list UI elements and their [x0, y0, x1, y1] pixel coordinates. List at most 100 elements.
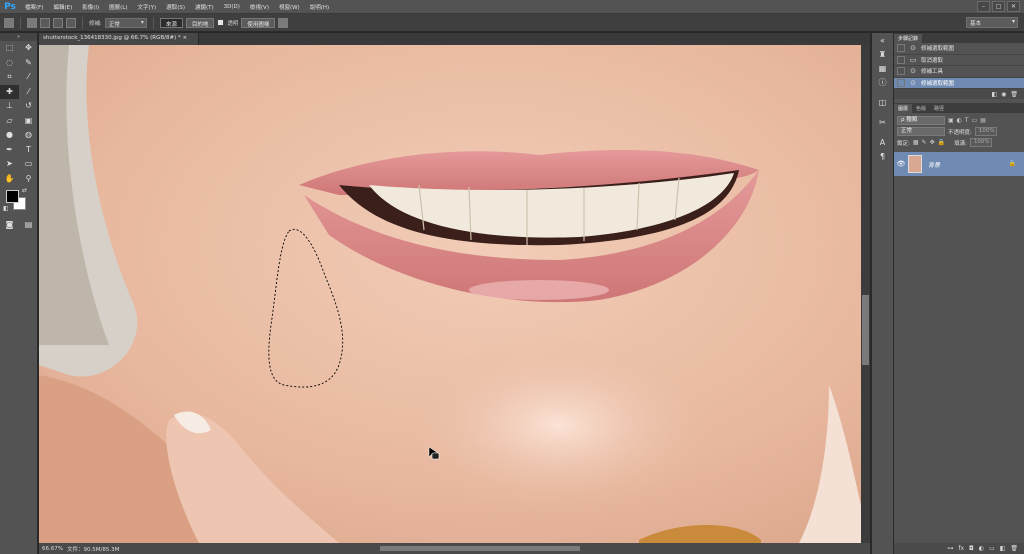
- vertical-scroll-thumb[interactable]: [862, 295, 869, 365]
- filter-adjustment-icon[interactable]: ◐: [957, 117, 962, 124]
- history-source-checkbox[interactable]: [897, 44, 905, 53]
- gradient-tool-icon[interactable]: ▣: [19, 114, 38, 129]
- intersect-selection-icon[interactable]: [66, 17, 76, 28]
- fill-input[interactable]: 100%: [969, 138, 992, 147]
- adjustment-layer-icon[interactable]: ◐: [979, 545, 984, 552]
- path-selection-tool-icon[interactable]: ➤: [0, 157, 19, 172]
- menu-type[interactable]: 文字(Y): [133, 3, 162, 11]
- paragraph-panel-icon[interactable]: ¶: [872, 149, 893, 163]
- delete-layer-icon[interactable]: 🗑: [1010, 545, 1018, 552]
- destination-button[interactable]: 目的地: [185, 17, 215, 28]
- hand-tool-icon[interactable]: ✋: [0, 172, 19, 187]
- subtract-selection-icon[interactable]: [53, 17, 63, 28]
- tab-layers[interactable]: 圖層: [894, 104, 913, 113]
- horizontal-scroll-thumb[interactable]: [380, 546, 580, 551]
- minimize-button[interactable]: –: [977, 1, 990, 12]
- character-panel-icon[interactable]: A: [872, 135, 893, 149]
- blend-mode-dropdown[interactable]: 正常: [897, 127, 945, 136]
- maximize-button[interactable]: □: [992, 1, 1005, 12]
- history-item[interactable]: ⊙ 修補選取範圍: [894, 77, 1024, 89]
- lock-position-icon[interactable]: ✥: [930, 139, 935, 146]
- menu-view[interactable]: 檢視(V): [245, 3, 274, 11]
- eyedropper-tool-icon[interactable]: ⁄: [19, 70, 38, 85]
- new-layer-icon[interactable]: ◧: [1000, 545, 1006, 552]
- visibility-eye-icon[interactable]: 👁: [894, 160, 908, 168]
- adjustments-panel-icon[interactable]: ◫: [872, 95, 893, 109]
- collapse-toolbar-icon[interactable]: »: [0, 33, 37, 41]
- history-item[interactable]: ▭ 取消選取: [894, 55, 1024, 66]
- trash-icon[interactable]: 🗑: [1010, 91, 1018, 98]
- vertical-scrollbar[interactable]: [861, 45, 870, 543]
- new-group-icon[interactable]: ▭: [989, 545, 995, 552]
- menu-image[interactable]: 影像(I): [77, 3, 104, 11]
- use-pattern-button[interactable]: 使用圖樣: [241, 17, 276, 28]
- quick-mask-icon[interactable]: ◙: [0, 218, 19, 233]
- marquee-tool-icon[interactable]: ⬚: [0, 41, 19, 56]
- menu-window[interactable]: 視窗(W): [274, 3, 305, 11]
- layer-row-background[interactable]: 👁 背景 🔒: [894, 152, 1024, 176]
- default-colors-icon[interactable]: ◧: [3, 205, 9, 212]
- layer-name[interactable]: 背景: [928, 160, 940, 169]
- clone-stamp-tool-icon[interactable]: ⊥: [0, 99, 19, 114]
- dodge-tool-icon[interactable]: ◍: [19, 128, 38, 143]
- add-mask-icon[interactable]: ◘: [969, 545, 974, 552]
- zoom-tool-icon[interactable]: ⚲: [19, 172, 38, 187]
- quick-selection-tool-icon[interactable]: ✎: [19, 56, 38, 71]
- history-brush-tool-icon[interactable]: ↺: [19, 99, 38, 114]
- screen-mode-icon[interactable]: ▤: [19, 218, 38, 233]
- history-source-checkbox[interactable]: [897, 67, 905, 76]
- transparent-checkbox[interactable]: [217, 19, 225, 26]
- filter-pixel-icon[interactable]: ▣: [948, 117, 954, 124]
- zoom-level[interactable]: 66.67%: [39, 546, 67, 552]
- lock-transparent-icon[interactable]: ▦: [913, 139, 919, 146]
- filter-shape-icon[interactable]: ▭: [972, 117, 978, 124]
- menu-edit[interactable]: 編輯(E): [48, 3, 77, 11]
- history-item[interactable]: ⊙ 修補工具: [894, 66, 1024, 78]
- crop-tool-icon[interactable]: ⌗: [0, 70, 19, 85]
- patch-tool-icon[interactable]: ✚: [0, 84, 19, 99]
- swap-colors-icon[interactable]: ⇄: [22, 187, 27, 194]
- new-document-from-state-icon[interactable]: ◧: [991, 91, 997, 98]
- history-source-checkbox[interactable]: [897, 55, 905, 64]
- layer-style-icon[interactable]: fx: [958, 545, 964, 552]
- menu-file[interactable]: 檔案(F): [20, 3, 48, 11]
- workspace-dropdown[interactable]: 基本: [966, 17, 1018, 28]
- repair-mode-dropdown[interactable]: 正常: [104, 17, 147, 28]
- layer-filter-dropdown[interactable]: ρ 種類: [897, 116, 945, 125]
- snapshot-icon[interactable]: ◉: [1001, 91, 1006, 98]
- collapse-dock-icon[interactable]: «: [872, 33, 893, 47]
- menu-3d[interactable]: 3D(D): [219, 4, 245, 10]
- close-tab-icon[interactable]: ×: [182, 35, 187, 41]
- tab-channels[interactable]: 色版: [912, 104, 931, 113]
- lock-all-icon[interactable]: 🔒: [938, 139, 945, 146]
- brush-tool-icon[interactable]: ⁄: [19, 85, 38, 100]
- pattern-picker-icon[interactable]: [278, 17, 289, 28]
- document-tab[interactable]: shutterstock_136418330.jpg @ 66.7% (RGB/…: [39, 33, 199, 45]
- filter-smart-object-icon[interactable]: ▤: [980, 117, 986, 124]
- history-source-checkbox[interactable]: [897, 78, 905, 87]
- document-canvas[interactable]: [39, 45, 861, 543]
- navigator-panel-icon[interactable]: ▦: [872, 61, 893, 75]
- menu-help[interactable]: 說明(H): [305, 3, 334, 11]
- lasso-tool-icon[interactable]: ◌: [0, 56, 19, 71]
- close-button[interactable]: ✕: [1007, 1, 1020, 12]
- menu-select[interactable]: 選取(S): [161, 3, 190, 11]
- source-button[interactable]: 來源: [159, 17, 183, 28]
- rectangle-tool-icon[interactable]: ▭: [19, 157, 38, 172]
- filter-type-icon[interactable]: T: [965, 117, 969, 124]
- tools-preset-icon[interactable]: ✂: [872, 115, 893, 129]
- menu-layer[interactable]: 圖層(L): [104, 3, 132, 11]
- blur-tool-icon[interactable]: ●: [0, 128, 19, 143]
- info-panel-icon[interactable]: ⓘ: [872, 75, 893, 89]
- link-layers-icon[interactable]: ⊶: [947, 545, 953, 552]
- add-to-selection-icon[interactable]: [40, 17, 50, 28]
- history-panel-icon[interactable]: ♜: [872, 47, 893, 61]
- menu-filter[interactable]: 濾鏡(T): [190, 3, 219, 11]
- tab-paths[interactable]: 路徑: [930, 104, 949, 113]
- lock-image-icon[interactable]: ✎: [922, 139, 927, 146]
- eraser-tool-icon[interactable]: ▱: [0, 114, 19, 129]
- move-tool-icon[interactable]: ✥: [19, 41, 38, 56]
- patch-tool-preset-icon[interactable]: [4, 17, 14, 28]
- new-selection-icon[interactable]: [27, 17, 37, 28]
- tab-history[interactable]: 步驟記錄: [894, 34, 923, 43]
